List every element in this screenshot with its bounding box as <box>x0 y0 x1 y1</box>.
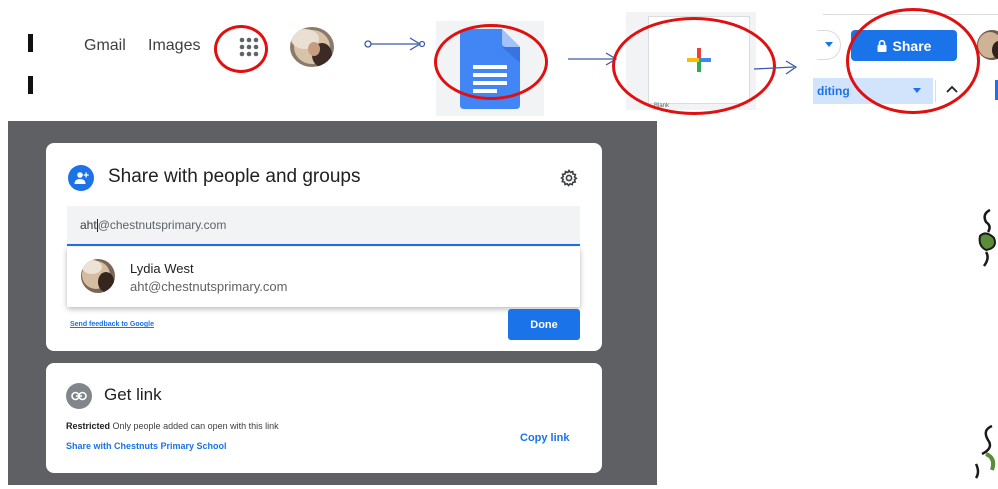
contact-avatar <box>81 259 115 293</box>
contact-suggestion[interactable]: Lydia West aht@chestnutsprimary.com <box>67 247 580 307</box>
arrow-icon <box>568 52 618 66</box>
restricted-label: Restricted <box>66 421 111 431</box>
bullet-mark-bottom <box>28 76 33 94</box>
email-autocomplete-text: @chestnutsprimary.com <box>97 218 227 232</box>
share-with-org-link[interactable]: Share with Chestnuts Primary School <box>66 441 227 451</box>
share-card: Share with people and groups aht @chestnu… <box>46 143 602 351</box>
highlight-ring-share <box>846 8 980 114</box>
email-input[interactable]: aht @chestnutsprimary.com <box>67 206 580 246</box>
add-person-icon <box>68 165 94 191</box>
dropdown-caret-icon <box>824 42 833 47</box>
highlight-ring-apps <box>214 25 268 73</box>
restricted-description: Only people added can open with this lin… <box>112 421 279 431</box>
editing-mode-label: diting <box>817 84 850 98</box>
contact-email: aht@chestnutsprimary.com <box>130 279 288 294</box>
arrow-icon <box>753 60 798 75</box>
highlight-ring-docs <box>434 24 548 100</box>
contact-name: Lydia West <box>130 261 194 276</box>
back-button[interactable] <box>817 30 841 60</box>
get-link-card: Get link Restricted Only people added ca… <box>46 363 602 473</box>
restricted-line: Restricted Only people added can open wi… <box>66 421 279 431</box>
share-dialog-title: Share with people and groups <box>108 166 361 187</box>
docs-header-avatar[interactable] <box>977 30 998 60</box>
bullet-mark-top <box>28 34 33 52</box>
done-button-label: Done <box>530 318 558 331</box>
decorative-clipart-top <box>978 208 996 267</box>
copy-link-button[interactable]: Copy link <box>520 432 570 444</box>
profile-avatar[interactable] <box>290 27 334 67</box>
share-dialog-screenshot: Share with people and groups aht @chestnu… <box>8 121 657 485</box>
arrow-icon <box>364 37 426 51</box>
email-typed-text: aht <box>80 218 97 232</box>
gear-icon[interactable] <box>560 169 578 187</box>
link-icon <box>66 383 92 409</box>
feedback-link[interactable]: Send feedback to Google <box>70 321 154 328</box>
gmail-link[interactable]: Gmail <box>84 37 126 55</box>
decorative-clipart-bottom <box>974 424 996 479</box>
images-link[interactable]: Images <box>148 37 200 55</box>
get-link-title: Get link <box>104 385 162 404</box>
done-button[interactable]: Done <box>508 309 580 340</box>
